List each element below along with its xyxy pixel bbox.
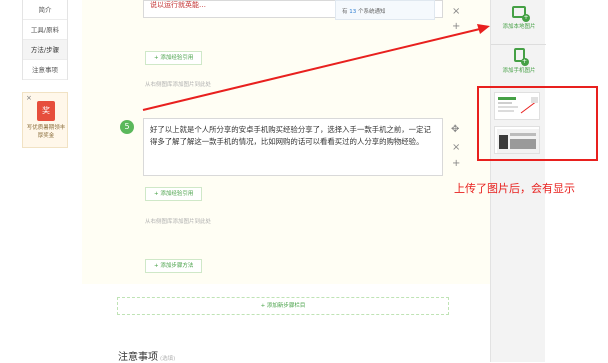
page-frame: 简介 工具/原料 方法/步骤 注意事项 × 奖 写优质暑期领丰厚奖金 说以运行就… [0, 0, 608, 363]
annotation-text: 上传了图片后，会有显示 [454, 182, 575, 195]
